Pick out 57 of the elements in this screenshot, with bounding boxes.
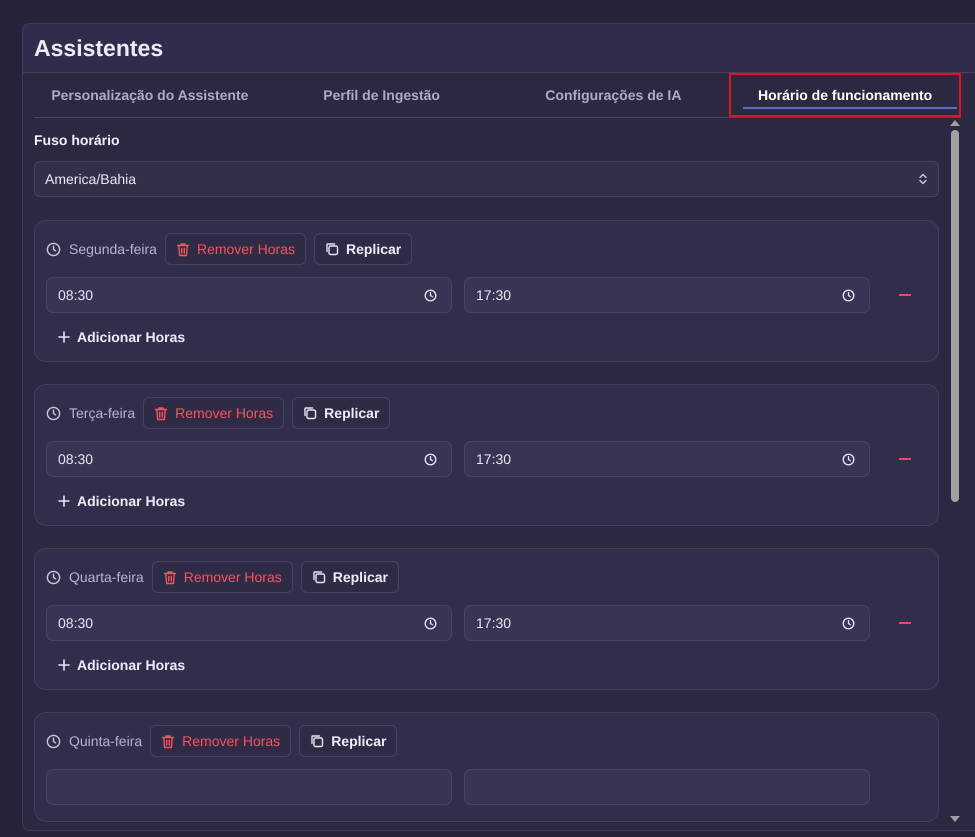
end-time-field[interactable]: 17:30 <box>464 605 870 641</box>
copy-icon <box>303 406 318 420</box>
remove-hours-button[interactable]: Remover Horas <box>150 725 292 757</box>
replicate-button[interactable]: Replicar <box>292 397 390 429</box>
clock-icon <box>46 406 61 420</box>
day-name: Segunda-feira <box>69 241 157 257</box>
chevron-updown-icon <box>918 173 928 185</box>
plus-icon <box>58 659 70 671</box>
clock-icon <box>842 452 855 466</box>
scrollbar[interactable] <box>949 120 961 822</box>
start-time-field[interactable]: 08:30 <box>46 441 452 477</box>
minus-icon <box>898 294 910 296</box>
minus-icon <box>898 622 910 624</box>
copy-icon <box>310 734 324 748</box>
remove-hours-button[interactable]: Remover Horas <box>164 233 306 265</box>
scrollbar-thumb[interactable] <box>951 130 959 502</box>
plus-icon <box>58 331 70 343</box>
add-hours-button[interactable]: Adicionar Horas <box>58 329 186 345</box>
tab[interactable]: Personalização do Assistente <box>34 73 266 117</box>
day-name: Quarta-feira <box>69 569 144 585</box>
replicate-button[interactable]: Replicar <box>300 561 399 593</box>
clock-icon <box>424 288 437 302</box>
trash-icon <box>176 242 190 256</box>
day-name: Terça-feira <box>69 405 136 421</box>
clock-icon <box>424 452 437 466</box>
clock-icon <box>424 616 437 630</box>
clock-icon <box>46 570 61 584</box>
clock-icon <box>46 242 61 256</box>
add-hours-button[interactable]: Adicionar Horas <box>58 657 186 673</box>
tab[interactable]: Configurações de IA <box>498 73 730 117</box>
clock-icon <box>842 616 855 630</box>
end-time-field[interactable]: 17:30 <box>464 277 870 313</box>
tab[interactable]: Perfil de Ingestão <box>266 73 498 117</box>
start-time-field[interactable]: 08:30 <box>46 277 452 313</box>
clock-icon <box>842 288 855 302</box>
trash-icon <box>154 406 168 420</box>
copy-icon <box>324 242 339 256</box>
replicate-button[interactable]: Replicar <box>299 725 398 757</box>
timezone-select[interactable]: America/Bahia <box>34 161 939 197</box>
scroll-up-icon <box>950 120 960 126</box>
minus-icon <box>898 458 910 460</box>
scroll-down-icon <box>950 816 960 822</box>
trash-icon <box>161 734 176 748</box>
page-title: Assistentes <box>34 34 164 62</box>
replicate-button[interactable]: Replicar <box>314 233 412 265</box>
tab[interactable]: Horário de funcionamento <box>729 73 961 117</box>
add-hours-button[interactable]: Adicionar Horas <box>58 493 186 509</box>
start-time-field[interactable]: 08:30 <box>46 605 452 641</box>
remove-hours-button[interactable]: Remover Horas <box>143 397 284 429</box>
field-label: Fuso horário <box>34 132 121 148</box>
clock-icon <box>46 734 61 748</box>
remove-hours-button[interactable]: Remover Horas <box>152 561 293 593</box>
end-time-field[interactable]: 17:30 <box>464 441 870 477</box>
copy-icon <box>312 570 326 584</box>
plus-icon <box>58 495 70 507</box>
trash-icon <box>162 570 177 584</box>
day-name: Quinta-feira <box>69 733 142 749</box>
